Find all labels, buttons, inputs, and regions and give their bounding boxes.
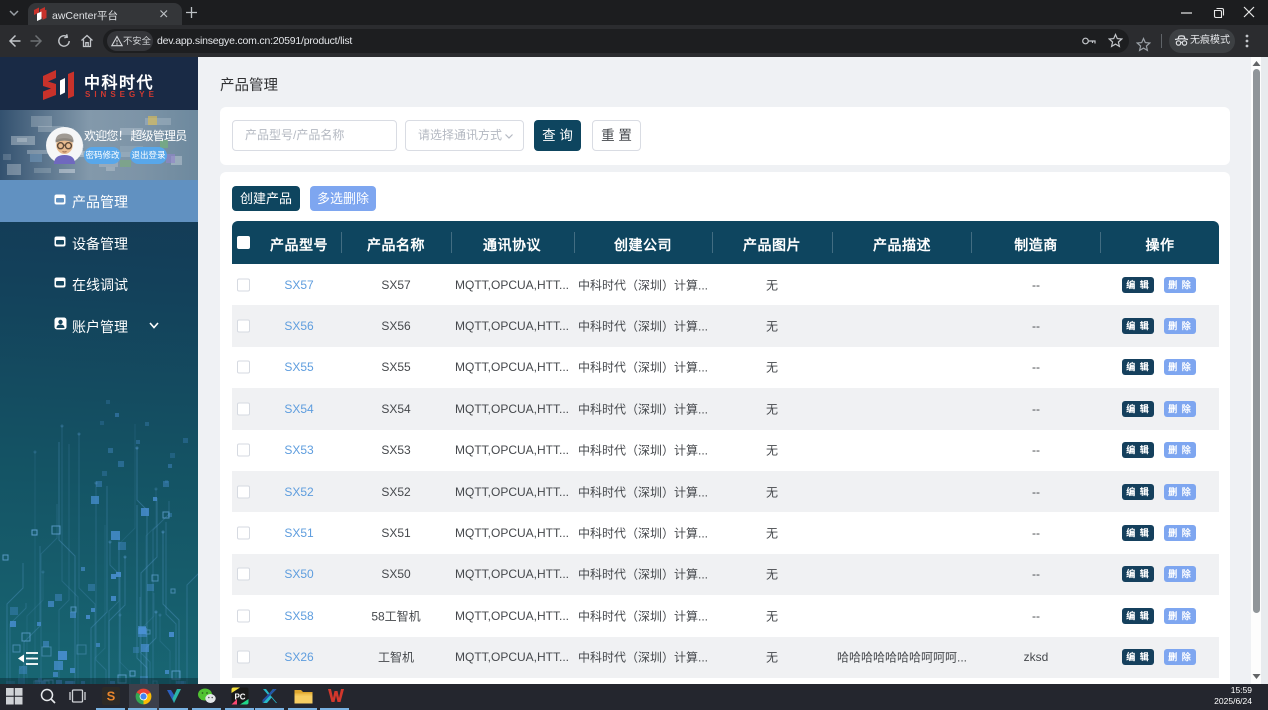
svg-text:S: S (107, 689, 116, 704)
svg-text:PC: PC (234, 693, 245, 702)
